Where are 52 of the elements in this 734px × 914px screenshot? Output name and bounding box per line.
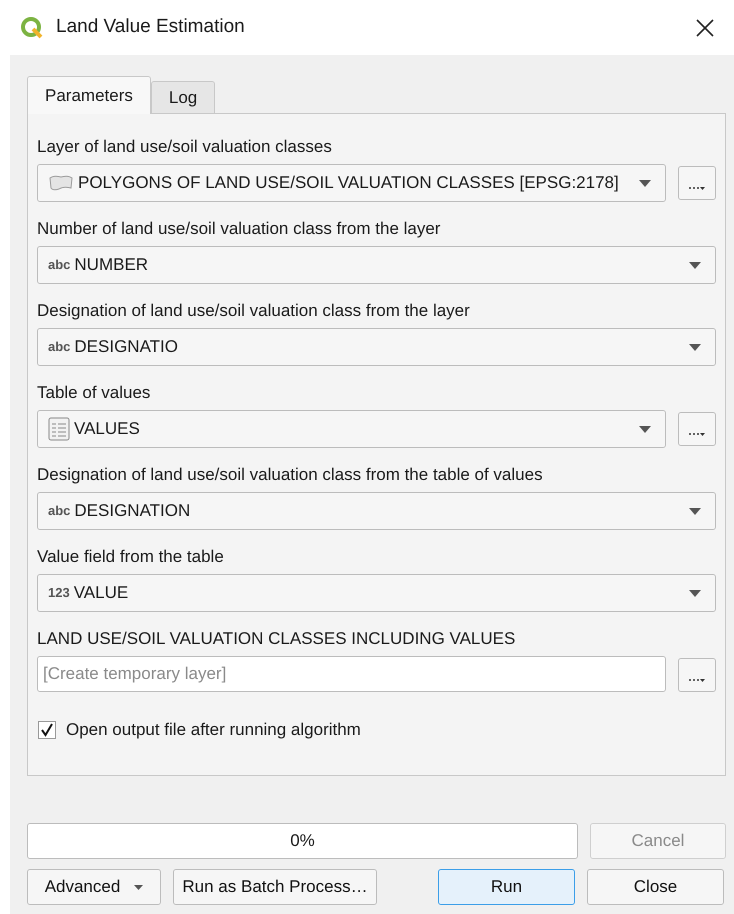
dropdown-arrow-icon <box>134 884 144 890</box>
parameter-label: Designation of land use/soil valuation class from the layer <box>37 300 471 322</box>
parameter-label: Number of land use/soil valuation class from the layer <box>37 218 442 240</box>
dropdown-arrow-icon <box>689 590 701 596</box>
check-icon <box>40 722 54 737</box>
parameter-label: LAND USE/SOIL VALUATION CLASSES INCLUDING VALUES <box>37 628 516 650</box>
dropdown-button[interactable]: Advanced <box>27 869 161 905</box>
dropdown-value: POLYGONS OF LAND USE/SOIL VALUATION CLASSES [EPSG:2178] <box>78 172 620 194</box>
checkbox-label: Open output file after running algorithm <box>66 719 361 741</box>
field-type-label: abc <box>48 502 70 520</box>
more-menu-icon <box>688 185 706 191</box>
window-title: Land Value Estimation <box>56 15 245 40</box>
tab[interactable]: Log <box>150 81 216 113</box>
progress-text: 0% <box>290 830 315 852</box>
parameter-label: Table of values <box>37 382 152 404</box>
button[interactable]: Run as Batch Process… <box>173 869 377 905</box>
dropdown-value: VALUES <box>74 418 141 440</box>
dropdown-arrow-icon <box>689 508 701 514</box>
table-icon <box>48 417 70 441</box>
browse-button[interactable] <box>678 658 716 692</box>
dropdown-value: DESIGNATION <box>74 500 192 522</box>
checkbox[interactable] <box>38 720 56 739</box>
output-field[interactable]: [Create temporary layer] <box>37 656 666 692</box>
button[interactable]: Close <box>587 869 724 905</box>
dropdown[interactable]: abc DESIGNATION <box>37 492 716 530</box>
field-type-label: abc <box>48 338 70 356</box>
parameter-label: Value field from the table <box>37 546 225 568</box>
parameter-label: Designation of land use/soil valuation class from the table of values <box>37 464 544 486</box>
close-icon[interactable] <box>696 18 714 36</box>
dropdown-arrow-icon <box>639 180 651 186</box>
tab[interactable]: Parameters <box>27 76 151 114</box>
more-menu-icon <box>688 431 706 437</box>
browse-button[interactable] <box>678 412 716 446</box>
field-type-label: 123 <box>48 584 70 602</box>
dropdown[interactable]: abc NUMBER <box>37 246 716 284</box>
browse-button[interactable] <box>678 166 716 200</box>
dropdown-value: DESIGNATIO <box>74 336 179 358</box>
more-menu-icon <box>688 677 706 683</box>
field-type-label: abc <box>48 256 70 274</box>
dropdown-value: NUMBER <box>74 254 150 276</box>
polygon-layer-icon <box>48 174 74 192</box>
dropdown[interactable]: POLYGONS OF LAND USE/SOIL VALUATION CLASSES [EPSG:2178] <box>37 164 666 202</box>
dropdown[interactable]: 123 VALUE <box>37 574 716 612</box>
dropdown-arrow-icon <box>689 344 701 350</box>
button[interactable]: Run <box>438 869 575 905</box>
dropdown[interactable]: VALUES <box>37 410 666 448</box>
dropdown-value: VALUE <box>74 582 130 604</box>
app-logo-icon <box>20 16 44 40</box>
dropdown-arrow-icon <box>689 262 701 268</box>
dropdown-arrow-icon <box>639 426 651 432</box>
parameter-label: Layer of land use/soil valuation classes <box>37 136 333 158</box>
dropdown[interactable]: abc DESIGNATIO <box>37 328 716 366</box>
